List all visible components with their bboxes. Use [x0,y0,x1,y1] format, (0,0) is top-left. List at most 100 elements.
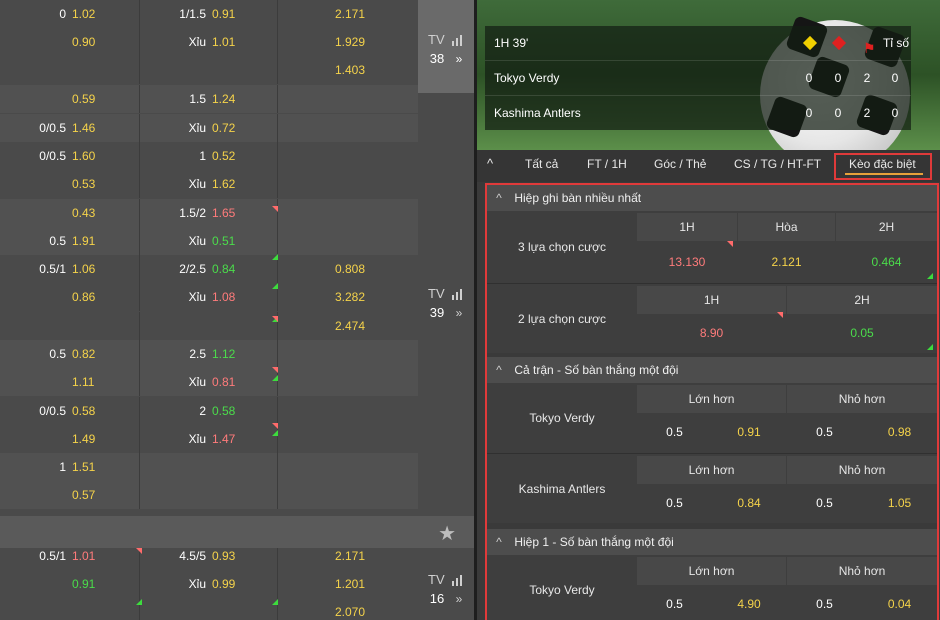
odds-cell[interactable]: 1.08 [212,283,270,311]
odds-cell[interactable]: 0.82 [72,340,130,368]
odds-cell[interactable]: 2.171 [280,0,365,28]
odds-cell[interactable]: 1.05 [862,486,937,520]
odds-cell[interactable]: 1.403 [280,56,365,84]
odds-cell[interactable]: 8.90 [637,316,786,350]
odds-cell[interactable]: 1.49 [72,425,130,453]
line-value: 0.5 [787,486,862,520]
odds-cell[interactable]: 0.90 [72,28,130,56]
tv-box-2[interactable]: TV 39 » [418,284,474,348]
col-header-under: Nhỏ hơn [787,557,937,585]
odds-cell[interactable]: 0.59 [72,85,130,113]
odds-cell[interactable]: 0.43 [72,199,130,227]
odds-cell[interactable]: 0.464 [836,245,937,279]
score-value: 0 [805,71,813,85]
odds-cell[interactable]: 1.201 [280,570,365,598]
odds-cell[interactable]: 0.04 [862,587,937,620]
section-header-most-goals-half[interactable]: ^ Hiệp ghi bàn nhiều nhất [487,185,937,211]
odds-cell[interactable] [280,142,365,170]
odds-cell[interactable]: 1.46 [72,114,130,142]
collapse-icon[interactable]: ^ [487,357,511,383]
odds-cell[interactable] [280,227,365,255]
section-header-fulltime-team-goals[interactable]: ^ Cả trận - Số bàn thắng một đội [487,357,937,383]
odds-cell[interactable]: 2.121 [738,245,835,279]
odds-cell[interactable]: 1.24 [212,85,270,113]
odds-cell[interactable] [280,340,365,368]
tab-all[interactable]: Tất cả [525,150,558,182]
collapse-icon[interactable]: ^ [487,185,511,211]
odds-cell[interactable]: 1.02 [72,0,130,28]
tv-box-3[interactable]: TV 16 » [418,570,474,620]
collapse-icon[interactable]: ^ [487,529,511,555]
odds-cell[interactable]: 1.47 [212,425,270,453]
odds-cell[interactable]: 1.01 [212,28,270,56]
collapse-icon[interactable]: ^ [487,150,493,182]
odds-cell[interactable]: 1.12 [212,340,270,368]
chevron-right-icon[interactable]: » [456,52,463,66]
odds-cell[interactable]: 4.90 [712,587,786,620]
odds-cell[interactable] [280,481,365,509]
tab-corners-cards[interactable]: Góc / Thẻ [654,150,706,182]
odds-cell[interactable]: 0.81 [212,368,270,396]
odds-cell[interactable]: 1.91 [72,227,130,255]
odds-cell[interactable]: 1.60 [72,142,130,170]
odds-cell[interactable] [280,453,365,481]
odds-cell[interactable]: 0.84 [712,486,786,520]
odds-cell[interactable]: 0.52 [212,142,270,170]
odds-cell[interactable]: 0.91 [712,415,786,449]
odds-cell[interactable]: 0.99 [212,570,270,598]
odds-cell[interactable]: 0.72 [212,114,270,142]
tab-cs-tg-htft[interactable]: CS / TG / HT-FT [734,150,821,182]
odds-cell[interactable] [280,85,365,113]
odds-cell[interactable] [280,199,365,227]
odds-cell[interactable] [72,598,130,620]
odds-cell[interactable]: 0.98 [862,415,937,449]
odds-cell[interactable] [280,114,365,142]
section-header-1h-team-goals[interactable]: ^ Hiệp 1 - Số bàn thắng một đội [487,529,937,555]
tv-box-1[interactable]: TV 38 » [418,0,474,93]
odds-cell[interactable] [72,56,130,84]
tab-ft-1h[interactable]: FT / 1H [587,150,627,182]
odds-cell[interactable] [212,56,270,84]
odds-cell[interactable]: 2.474 [280,312,365,340]
total-line: Xỉu [188,234,206,248]
odds-cell[interactable]: 0.86 [72,283,130,311]
odds-cell[interactable] [72,312,130,340]
odds-cell[interactable]: 0.51 [212,227,270,255]
odds-cell[interactable]: 1.51 [72,453,130,481]
handicap-line: 1 [59,460,66,474]
signal-icon [451,35,462,47]
odds-cell[interactable] [280,170,365,198]
odds-cell[interactable]: 2.070 [280,598,365,620]
odds-down-indicator [272,375,278,381]
odds-cell[interactable] [212,598,270,620]
odds-cell[interactable] [212,453,270,481]
star-icon[interactable]: ★ [438,521,456,546]
odds-cell[interactable]: 13.130 [637,245,737,279]
odds-cell[interactable]: 0.58 [72,397,130,425]
odds-cell[interactable]: 0.808 [280,255,365,283]
odds-cell[interactable]: 0.91 [72,570,130,598]
odds-cell[interactable]: 0.53 [72,170,130,198]
odds-cell[interactable]: 0.84 [212,255,270,283]
odds-cell[interactable]: 1.65 [212,199,270,227]
odds-cell[interactable] [280,397,365,425]
odds-cell[interactable]: 1.929 [280,28,365,56]
odds-cell[interactable]: 0.58 [212,397,270,425]
tab-special[interactable]: Kèo đặc biệt [849,150,916,182]
odds-cell[interactable]: 0.57 [72,481,130,509]
odds-cell[interactable] [280,425,365,453]
odds-cell[interactable] [280,368,365,396]
total-line: 1.5/2 [179,206,206,220]
odds-cell[interactable] [212,481,270,509]
odds-cell[interactable]: 0.91 [212,0,270,28]
odds-cell[interactable]: 3.282 [280,283,365,311]
row-label: 3 lựa chọn cược [518,240,606,254]
chevron-right-icon[interactable]: » [456,592,463,606]
chevron-right-icon[interactable]: » [456,306,463,320]
odds-row: 0/0.5 1.46 Xỉu 0.72 [0,114,418,142]
odds-cell[interactable]: 0.05 [787,316,937,350]
odds-cell[interactable] [212,312,270,340]
odds-cell[interactable]: 1.06 [72,255,130,283]
odds-cell[interactable]: 1.62 [212,170,270,198]
odds-cell[interactable]: 1.11 [72,368,130,396]
